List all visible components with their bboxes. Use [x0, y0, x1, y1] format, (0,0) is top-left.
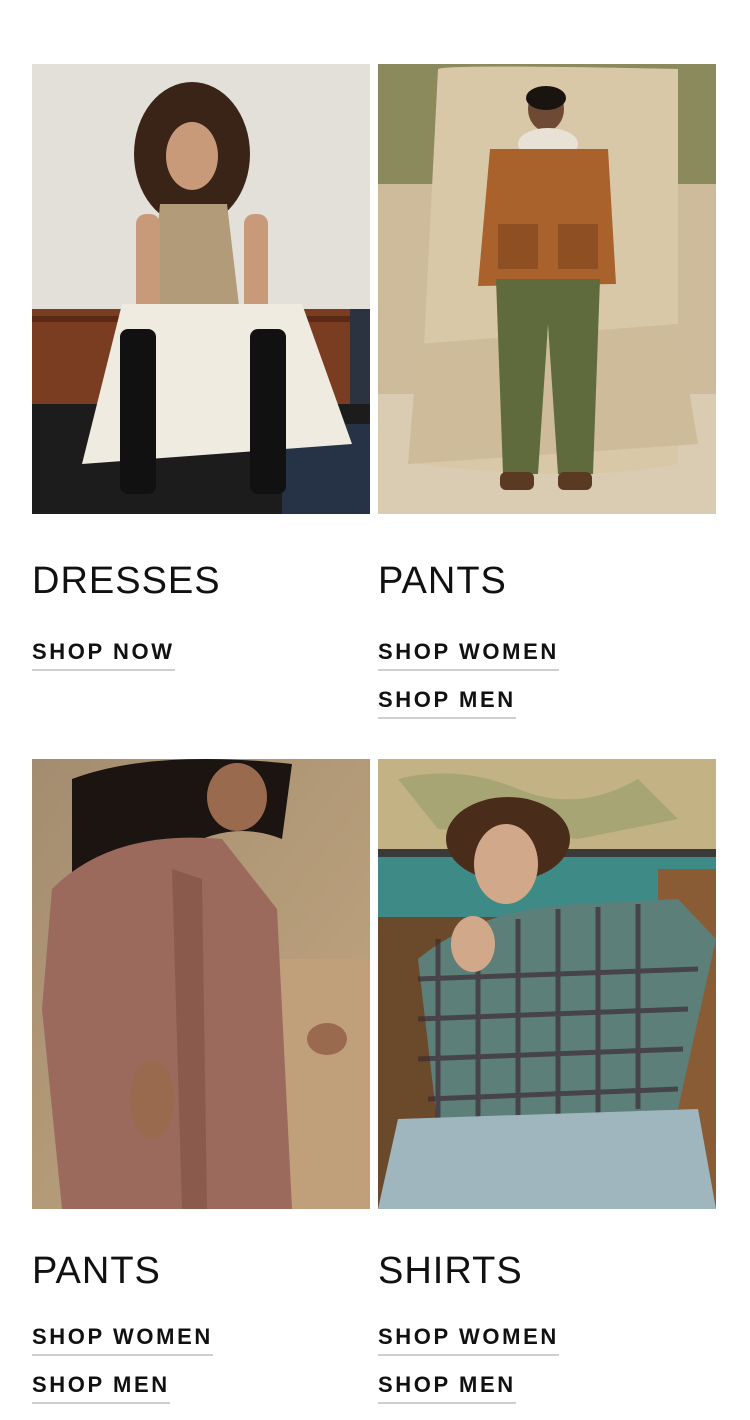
category-title: DRESSES	[32, 560, 221, 602]
category-links: SHOP WOMEN SHOP MEN	[32, 1324, 213, 1420]
category-links: SHOP WOMEN SHOP MEN	[378, 639, 559, 735]
category-title: PANTS	[32, 1250, 161, 1292]
dresses-image[interactable]	[32, 64, 370, 514]
shop-men-link[interactable]: SHOP MEN	[378, 1372, 516, 1404]
pants-image[interactable]	[378, 64, 716, 514]
category-links: SHOP NOW	[32, 639, 175, 687]
category-links: SHOP WOMEN SHOP MEN	[378, 1324, 559, 1420]
shop-women-link[interactable]: SHOP WOMEN	[32, 1324, 213, 1356]
shop-now-link[interactable]: SHOP NOW	[32, 639, 175, 671]
shirts-image[interactable]	[378, 759, 716, 1209]
shop-men-link[interactable]: SHOP MEN	[378, 687, 516, 719]
shop-women-link[interactable]: SHOP WOMEN	[378, 1324, 559, 1356]
shop-women-link[interactable]: SHOP WOMEN	[378, 639, 559, 671]
category-title: SHIRTS	[378, 1250, 523, 1292]
category-title: PANTS	[378, 560, 507, 602]
pants-image[interactable]	[32, 759, 370, 1209]
shop-men-link[interactable]: SHOP MEN	[32, 1372, 170, 1404]
